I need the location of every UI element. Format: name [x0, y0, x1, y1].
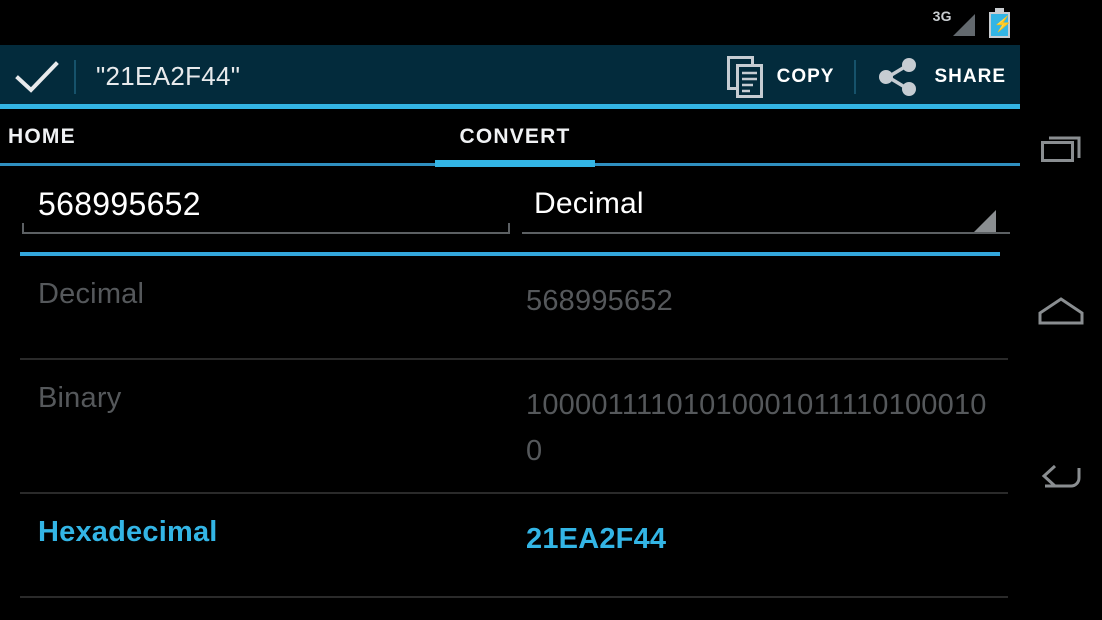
- page-title: "21EA2F44": [96, 61, 241, 91]
- base-spinner[interactable]: Decimal: [522, 178, 1010, 234]
- copy-button[interactable]: COPY: [713, 45, 849, 108]
- copy-button-label: COPY: [776, 65, 835, 87]
- action-bar-divider-2: [854, 59, 857, 94]
- battery-bolt: ⚡: [993, 15, 1013, 33]
- android-screen: 3G ⚡ 5:01 "21EA2F44": [0, 0, 1102, 620]
- row-label: Hexadecimal: [38, 516, 218, 548]
- back-icon: [1041, 464, 1081, 488]
- table-row[interactable]: Decimal 568995652: [0, 256, 1020, 360]
- table-row-selected[interactable]: Hexadecimal 21EA2F44: [0, 494, 1020, 598]
- table-row[interactable]: Binary 100001111010100010111101000100: [0, 360, 1020, 494]
- recents-icon: [1041, 136, 1081, 162]
- share-button[interactable]: SHARE: [862, 45, 1020, 108]
- convert-panel: 568995652 Decimal Decimal 568995652 Bina…: [0, 170, 1020, 620]
- recents-button[interactable]: [1020, 105, 1102, 187]
- battery-charging-icon: ⚡: [988, 7, 1013, 38]
- tab-home[interactable]: HOME: [8, 109, 76, 164]
- tab-home-label: HOME: [8, 124, 76, 148]
- action-bar-divider: [74, 59, 76, 94]
- row-value: 21EA2F44: [526, 523, 667, 555]
- tab-selected-indicator: [435, 160, 595, 167]
- home-icon: [1038, 297, 1084, 325]
- tab-convert-label: CONVERT: [459, 124, 571, 148]
- navigation-bar: [1020, 0, 1102, 620]
- row-value: 100001111010100010111101000100: [526, 389, 987, 467]
- share-icon: [879, 57, 917, 96]
- signal-strength-bars: [952, 13, 975, 36]
- base-spinner-value: Decimal: [534, 187, 644, 220]
- confirm-checkmark-button[interactable]: [0, 45, 74, 108]
- share-button-label: SHARE: [934, 65, 1006, 87]
- tab-bar: HOME CONVERT: [0, 109, 1020, 164]
- row-value: 568995652: [526, 285, 673, 317]
- signal-3g-icon: 3G: [933, 8, 975, 38]
- base-spinner-underline: [522, 232, 1010, 234]
- row-label: Decimal: [38, 278, 145, 310]
- row-label: Binary: [38, 382, 122, 414]
- value-input[interactable]: 568995652: [22, 178, 510, 234]
- back-button[interactable]: [1020, 435, 1102, 517]
- dropdown-triangle-icon: [974, 210, 996, 232]
- checkmark-icon: [15, 60, 59, 93]
- tab-convert[interactable]: CONVERT: [435, 109, 595, 164]
- value-input-underline: [22, 223, 510, 234]
- table-row[interactable]: Octal 4172427504: [0, 598, 1020, 620]
- input-row: 568995652 Decimal: [0, 170, 1020, 252]
- status-bar: 3G ⚡ 5:01: [0, 0, 1102, 45]
- signal-network-label: 3G: [932, 7, 952, 24]
- action-bar: "21EA2F44" COPY SHARE: [0, 45, 1020, 108]
- home-button[interactable]: [1020, 270, 1102, 352]
- copy-icon: [726, 55, 763, 98]
